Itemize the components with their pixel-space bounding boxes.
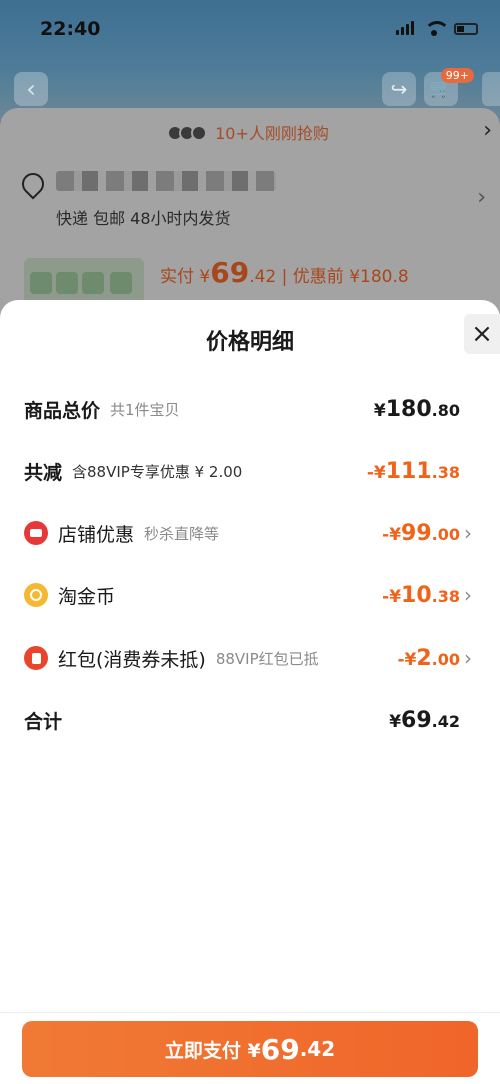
bg-price: 实付 ¥69.42 | 优惠前 ¥180.8 — [160, 256, 409, 289]
status-icons — [396, 21, 478, 36]
red-packet-icon — [24, 646, 48, 670]
rush-banner: 10+人刚刚抢购 — [0, 120, 500, 145]
status-bar: 22:40 — [0, 0, 500, 60]
rush-text: 10+人刚刚抢购 — [215, 124, 329, 143]
bg-price-label: 实付 ¥ — [160, 267, 211, 287]
row-sub: 秒杀直降等 — [144, 524, 220, 543]
row-amount: -¥2.00 — [397, 645, 460, 671]
row-total-reduction: 共减 含88VIP专享优惠 ¥ 2.00 -¥111.38 — [24, 451, 476, 491]
pay-now-button[interactable]: 立即支付 ¥69.42 — [22, 1021, 478, 1077]
battery-icon — [454, 23, 478, 35]
row-amount: -¥99.00 — [382, 520, 460, 546]
close-button[interactable]: × — [464, 314, 500, 354]
row-label: 店铺优惠 — [58, 523, 135, 546]
more-button[interactable] — [482, 72, 500, 106]
row-grand-total: 合计 ¥69.42 — [24, 700, 476, 740]
signal-icon — [396, 21, 414, 35]
bg-price-before: | 优惠前 ¥180.8 — [281, 267, 409, 287]
row-label: 商品总价 — [24, 399, 101, 422]
address-row[interactable]: 快递 包邮 48小时内发货 › — [0, 165, 500, 235]
bg-price-int: 69 — [210, 256, 250, 289]
row-label: 淘金币 — [58, 585, 116, 608]
chevron-right-icon[interactable]: › — [483, 118, 492, 143]
row-goods-total: 商品总价 共1件宝贝 ¥180.80 — [24, 389, 476, 429]
background-page: 22:40 ‹ ↪ 🛒 99+ 10+人刚刚抢购 › 快递 包邮 48小时内发货… — [0, 0, 500, 320]
coin-icon — [24, 583, 48, 607]
pay-label: 立即支付 ¥ — [164, 1039, 261, 1062]
row-label: 合计 — [24, 710, 63, 733]
chevron-right-icon: › — [464, 583, 472, 607]
sheet-title: 价格明细 — [205, 330, 294, 355]
bg-price-dec: .42 — [249, 267, 277, 287]
chevron-right-icon: › — [477, 185, 486, 210]
back-button[interactable]: ‹ — [14, 72, 48, 106]
row-amount: -¥111.38 — [366, 458, 460, 484]
row-coin-discount[interactable]: 淘金币 -¥10.38 › — [24, 575, 476, 615]
row-label: 共减 — [24, 461, 63, 484]
row-red-packet[interactable]: 红包(消费券未抵) 88VIP红包已抵 -¥2.00 › — [24, 638, 476, 678]
cart-badge: 99+ — [440, 68, 474, 83]
pay-amount-int: 69 — [260, 1032, 300, 1066]
shop-icon — [24, 521, 48, 545]
avatar-group — [167, 124, 208, 145]
top-nav: ‹ ↪ 🛒 99+ — [0, 68, 500, 112]
chevron-right-icon: › — [464, 521, 472, 545]
close-icon: × — [471, 319, 493, 349]
row-amount: -¥10.38 — [382, 582, 460, 608]
shipping-text: 快递 包邮 48小时内发货 — [56, 209, 231, 228]
address-blurred — [56, 171, 276, 191]
row-sub: 含88VIP专享优惠 ¥ 2.00 — [72, 462, 243, 481]
share-button[interactable]: ↪ — [382, 72, 416, 106]
product-thumbnail — [24, 258, 144, 304]
row-shop-discount[interactable]: 店铺优惠 秒杀直降等 -¥99.00 › — [24, 513, 476, 553]
row-sub: 88VIP红包已抵 — [215, 649, 319, 668]
wifi-icon — [424, 21, 450, 36]
row-label: 红包(消费券未抵) — [58, 648, 206, 671]
row-amount: ¥180.80 — [373, 396, 460, 422]
row-sub: 共1件宝贝 — [110, 400, 180, 419]
row-amount: ¥69.42 — [389, 707, 460, 733]
chevron-right-icon: › — [464, 646, 472, 670]
pay-amount-dec: .42 — [299, 1037, 336, 1061]
status-time: 22:40 — [40, 18, 101, 40]
location-pin-icon — [17, 168, 49, 200]
